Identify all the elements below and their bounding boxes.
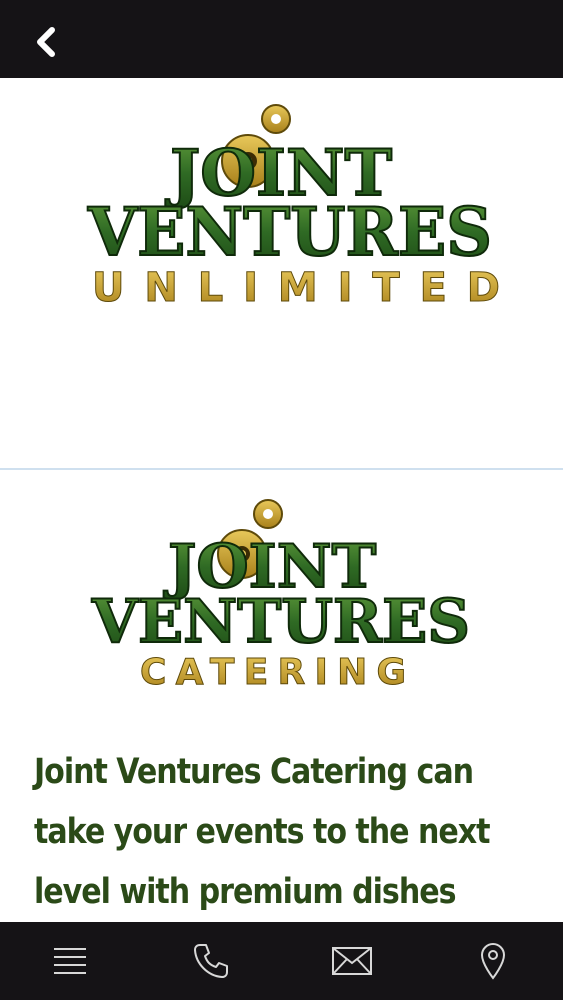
location-pin-icon	[480, 942, 505, 980]
logo-line3: UNLIMITED	[92, 265, 500, 311]
back-button[interactable]	[28, 24, 64, 60]
description-text: Joint Ventures Catering can take your ev…	[34, 752, 491, 912]
chevron-left-icon	[37, 27, 55, 57]
divider	[0, 468, 563, 470]
menu-button[interactable]	[40, 931, 100, 991]
logo-line3: CATERING	[140, 652, 406, 693]
mail-button[interactable]	[322, 931, 382, 991]
top-bar	[0, 0, 563, 78]
joint-ventures-catering-logo: JOINT VENTURES CATERING	[0, 492, 563, 697]
phone-button[interactable]	[181, 931, 241, 991]
mail-icon	[331, 947, 372, 975]
logo-line2: VENTURES	[87, 193, 492, 271]
phone-icon	[194, 944, 229, 978]
menu-icon	[54, 948, 87, 974]
bottom-nav	[0, 922, 563, 1000]
logo-line2: VENTURES	[91, 587, 470, 657]
joint-ventures-unlimited-logo: JOINT VENTURES UNLIMITED	[0, 95, 563, 315]
location-button[interactable]	[463, 931, 523, 991]
